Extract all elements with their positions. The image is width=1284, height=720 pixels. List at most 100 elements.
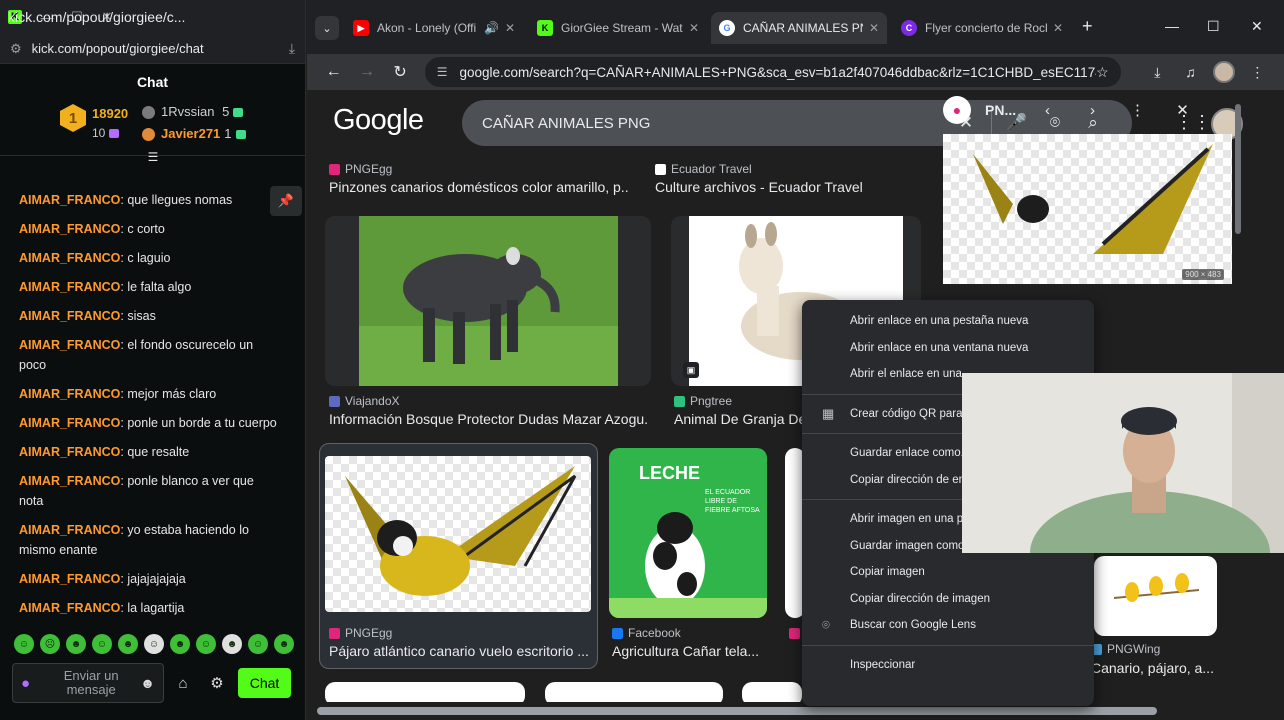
leaderboard-rank1[interactable]: 1Rvssian 5 <box>142 104 244 120</box>
microphone-icon[interactable]: ● <box>21 675 30 692</box>
chat-input-placeholder[interactable]: Enviar un mensaje <box>42 669 140 697</box>
result-source[interactable]: PNGEgg <box>329 162 392 176</box>
tab-youtube[interactable]: ▶ Akon - Lonely (Offi 🔊 ✕ <box>345 13 523 43</box>
result-title[interactable]: Agricultura Cañar tela... <box>612 643 762 659</box>
top-gift-value: 18920 <box>92 106 129 121</box>
result-title[interactable]: Pájaro atlántico canario vuelo escritori… <box>329 643 591 659</box>
media-control-icon[interactable]: ♫ <box>1174 64 1207 80</box>
result-title[interactable]: Animal De Granja De <box>674 411 804 427</box>
next-icon[interactable]: › <box>1070 102 1115 119</box>
send-chat-button[interactable]: Chat <box>238 668 291 698</box>
settings-icon[interactable]: ⚙ <box>202 674 232 692</box>
forward-icon[interactable]: → <box>350 63 383 81</box>
maximize-icon[interactable]: ☐ <box>1207 18 1220 35</box>
kick-url[interactable]: kick.com/popout/giorgiee/chat <box>32 41 289 56</box>
site-info-icon[interactable]: ☰ <box>437 65 448 79</box>
user-avatar-icon <box>142 106 155 120</box>
emote-icon[interactable]: ☻ <box>66 634 86 654</box>
close-preview-icon[interactable]: ✕ <box>1160 101 1205 119</box>
emote-icon[interactable]: ☺ <box>248 634 268 654</box>
profile-avatar[interactable] <box>1213 61 1235 83</box>
pngegg-icon: ● <box>943 96 971 124</box>
kick-window-title: kick.com/popout/giorgiee/c... <box>8 9 186 25</box>
result-title[interactable]: Pinzones canarios domésticos color amari… <box>329 179 629 195</box>
result-image-leche[interactable]: LECHE EL ECUADOR LIBRE DE FIEBRE AFTOSA <box>609 448 767 618</box>
menu-item-google-lens[interactable]: ⌾ Buscar con Google Lens <box>802 612 1094 639</box>
bookmark-star-icon[interactable]: ☆ <box>1096 64 1109 81</box>
google-logo[interactable]: Google <box>333 104 424 137</box>
expand-leaderboard-icon[interactable]: ☰ <box>146 151 160 163</box>
emote-icon[interactable]: ☺ <box>144 634 164 654</box>
more-options-icon[interactable]: ⋮ <box>1115 101 1160 119</box>
emote-icon[interactable]: ☻ <box>118 634 138 654</box>
result-source[interactable]: Facebook <box>612 626 681 640</box>
search-input[interactable]: CAÑAR ANIMALES PNG <box>482 115 947 132</box>
canva-icon: C <box>901 20 917 36</box>
chat-message: AIMAR_FRANCO: ponle un borde a tu cuerpo <box>19 416 277 430</box>
emote-icon[interactable]: ☹ <box>40 634 60 654</box>
tab-strip: ⌄ ▶ Akon - Lonely (Offi 🔊 ✕ K GiorGiee S… <box>307 0 1284 54</box>
reload-icon[interactable]: ↻ <box>383 62 416 82</box>
emote-icon[interactable]: ☻ <box>274 634 294 654</box>
download-icon[interactable]: ⤓ <box>1141 64 1174 81</box>
close-tab-icon[interactable]: ✕ <box>689 21 699 35</box>
menu-item-inspect[interactable]: Inspeccionar <box>802 652 1094 679</box>
store-icon[interactable]: ⌂ <box>168 675 198 692</box>
chat-message: AIMAR_FRANCO: que llegues nomas <box>19 193 233 207</box>
chrome-menu-icon[interactable]: ⋮ <box>1241 64 1274 81</box>
tab-kick-stream[interactable]: K GiorGiee Stream - Wat ✕ <box>529 13 707 43</box>
result-image-canary[interactable] <box>325 456 591 612</box>
emote-icon[interactable]: ☺ <box>14 634 34 654</box>
tab-canva[interactable]: C Flyer concierto de Rock ✕ <box>893 13 1071 43</box>
streamer-webcam-image <box>962 373 1284 553</box>
menu-item-copy-image[interactable]: Copiar imagen <box>802 559 1094 586</box>
close-tab-icon[interactable]: ✕ <box>869 21 879 35</box>
emoji-icon[interactable]: ☻ <box>140 675 155 691</box>
speaker-icon[interactable]: 🔊 <box>484 21 499 35</box>
menu-item-open-new-window[interactable]: Abrir enlace en una ventana nueva <box>802 335 1094 362</box>
chat-message: AIMAR_FRANCO: yo estaba haciendo lo mism… <box>19 523 249 557</box>
address-url[interactable]: google.com/search?q=CAÑAR+ANIMALES+PNG&s… <box>459 65 1096 80</box>
chat-input[interactable]: ● Enviar un mensaje ☻ <box>12 663 164 703</box>
menu-item-copy-image-address[interactable]: Copiar dirección de imagen <box>802 586 1094 613</box>
tab-google-search[interactable]: G CAÑAR ANIMALES PNG ✕ <box>711 12 887 44</box>
chat-input-row: ● Enviar un mensaje ☻ ⌂ ⚙ Chat <box>12 662 298 704</box>
close-tab-icon[interactable]: ✕ <box>505 21 515 35</box>
result-title[interactable]: Culture archivos - Ecuador Travel <box>655 179 915 195</box>
result-image-tapir[interactable] <box>325 216 651 386</box>
kick-url-bar[interactable]: ⚙ kick.com/popout/giorgiee/chat ⤓ <box>0 34 305 64</box>
previous-icon[interactable]: ‹ <box>1025 102 1070 119</box>
close-icon[interactable]: ✕ <box>1251 18 1263 35</box>
result-source[interactable]: PNGEgg <box>329 626 392 640</box>
minimize-icon[interactable]: — <box>1165 18 1179 34</box>
tab-search-icon[interactable]: ⌄ <box>315 16 339 40</box>
emote-icon[interactable]: ☺ <box>196 634 216 654</box>
download-icon[interactable]: ⤓ <box>289 40 295 57</box>
back-icon[interactable]: ← <box>317 63 350 81</box>
horizontal-scrollbar[interactable] <box>307 702 1284 720</box>
result-title[interactable]: Información Bosque Protector Dudas Mazar… <box>329 411 649 427</box>
site-info-icon[interactable]: ⚙ <box>10 41 22 57</box>
top-gift-sub: 10 <box>92 126 120 140</box>
preview-image[interactable]: 900 × 483 <box>943 134 1232 284</box>
emote-icon[interactable]: ☻ <box>170 634 190 654</box>
user-avatar-icon <box>142 128 155 142</box>
menu-item-open-new-tab[interactable]: Abrir enlace en una pestaña nueva <box>802 308 1094 335</box>
result-source[interactable]: ViajandoX <box>329 394 400 408</box>
chat-message: AIMAR_FRANCO: jajajajajaja <box>19 572 186 586</box>
emote-icon[interactable]: ☻ <box>222 634 242 654</box>
result-source[interactable]: Ecuador Travel <box>655 162 752 176</box>
address-bar[interactable]: ☰ google.com/search?q=CAÑAR+ANIMALES+PNG… <box>424 57 1121 87</box>
chat-message: AIMAR_FRANCO: c laguio <box>19 251 171 265</box>
emote-icon[interactable]: ☺ <box>92 634 112 654</box>
leaderboard-rank2[interactable]: Javier271 1 <box>142 126 246 142</box>
chat-messages: AIMAR_FRANCO: que llegues nomas AIMAR_FR… <box>19 190 281 627</box>
chat-message: AIMAR_FRANCO: el fondo oscurecelo un poc… <box>19 338 254 372</box>
result-title[interactable]: Canario, pájaro, a... <box>1091 660 1216 676</box>
close-tab-icon[interactable]: ✕ <box>1053 21 1063 35</box>
preview-source[interactable]: PN... <box>985 102 1025 118</box>
result-source[interactable]: PNGWing <box>1091 642 1160 656</box>
result-source[interactable]: Pngtree <box>674 394 732 408</box>
result-image-pngwing[interactable] <box>1094 556 1217 636</box>
new-tab-icon[interactable]: + <box>1082 16 1093 37</box>
